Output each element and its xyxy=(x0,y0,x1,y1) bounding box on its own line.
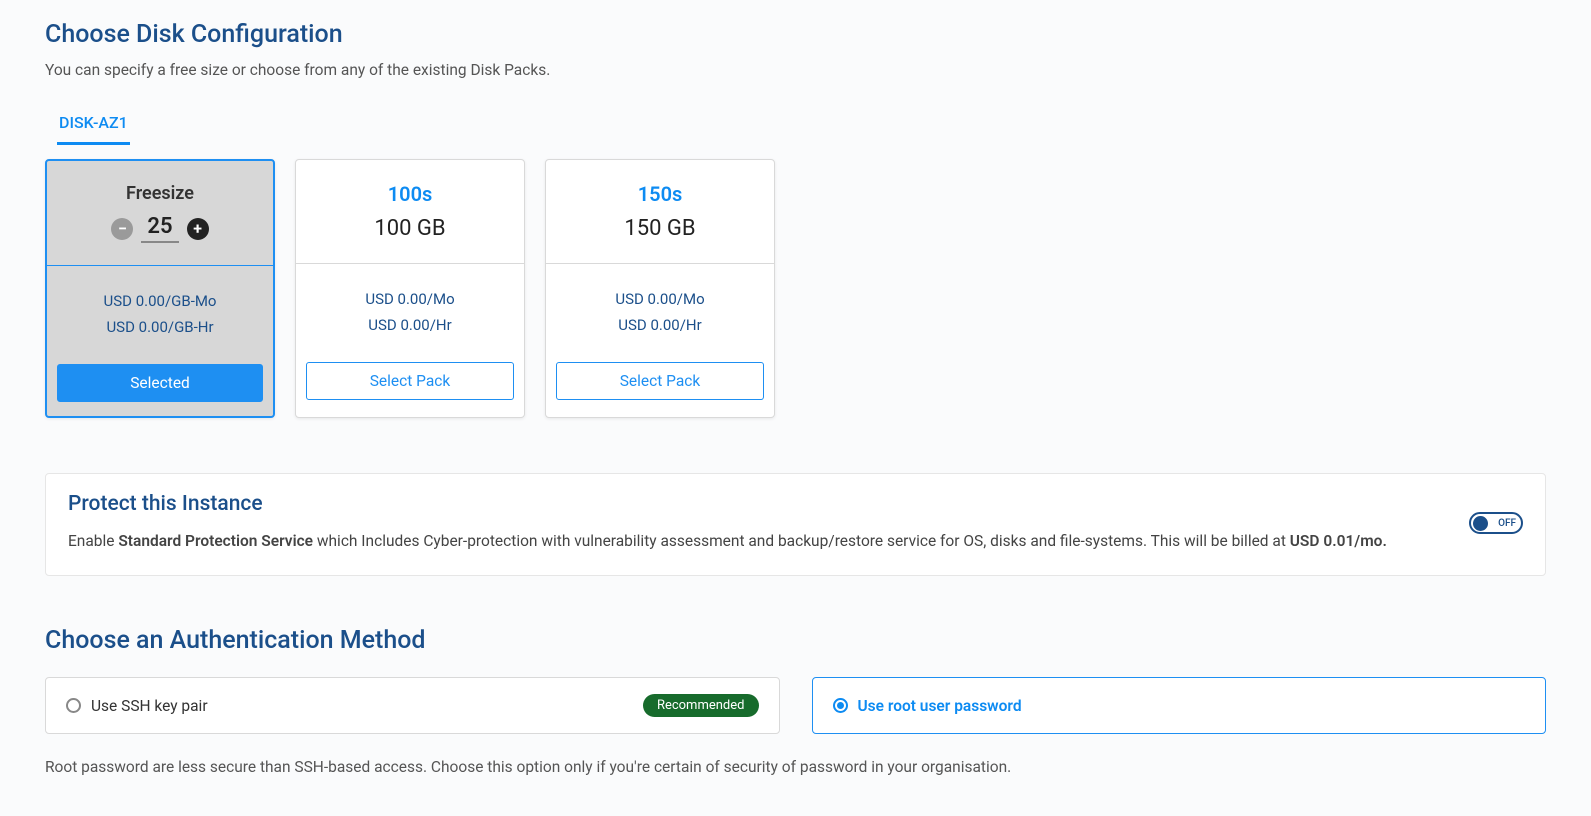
disk-config-subtitle: You can specify a free size or choose fr… xyxy=(45,61,1546,79)
freesize-price-hr: USD 0.00/GB-Hr xyxy=(57,318,263,336)
pack-100s-pricing: USD 0.00/Mo USD 0.00/Hr xyxy=(296,264,524,352)
pack-150s-pricing: USD 0.00/Mo USD 0.00/Hr xyxy=(546,264,774,352)
toggle-knob-icon xyxy=(1473,516,1488,531)
protect-description: Enable Standard Protection Service which… xyxy=(68,530,1523,553)
pack-150s-price-hr: USD 0.00/Hr xyxy=(556,316,764,334)
auth-options-row: Use SSH key pair Recommended Use root us… xyxy=(45,677,1546,734)
auth-root-left: Use root user password xyxy=(833,697,1022,715)
pack-100s-select-button[interactable]: Select Pack xyxy=(306,362,514,400)
pack-150s-size: 150 GB xyxy=(556,216,764,241)
freesize-label: Freesize xyxy=(57,183,263,204)
protect-toggle-wrap: OFF xyxy=(1469,512,1523,534)
auth-option-root[interactable]: Use root user password xyxy=(812,677,1547,734)
protect-desc-prefix: Enable xyxy=(68,532,118,550)
pack-100s-bottom: Select Pack xyxy=(296,352,524,414)
recommended-badge: Recommended xyxy=(643,694,759,717)
disk-cards-row: Freesize − 25 + USD 0.00/GB-Mo USD 0.00/… xyxy=(45,159,1546,418)
freesize-top: Freesize − 25 + xyxy=(47,161,273,266)
freesize-price-mo: USD 0.00/GB-Mo xyxy=(57,292,263,310)
auth-note: Root password are less secure than SSH-b… xyxy=(45,758,1546,776)
pack-150s-name: 150s xyxy=(556,182,764,206)
disk-card-150s[interactable]: 150s 150 GB USD 0.00/Mo USD 0.00/Hr Sele… xyxy=(545,159,775,418)
pack-100s-name: 100s xyxy=(306,182,514,206)
protect-toggle[interactable]: OFF xyxy=(1469,512,1523,534)
auth-ssh-left: Use SSH key pair xyxy=(66,697,208,715)
disk-card-100s[interactable]: 100s 100 GB USD 0.00/Mo USD 0.00/Hr Sele… xyxy=(295,159,525,418)
pack-100s-price-mo: USD 0.00/Mo xyxy=(306,290,514,308)
pack-100s-price-hr: USD 0.00/Hr xyxy=(306,316,514,334)
protect-title: Protect this Instance xyxy=(68,492,1523,516)
protect-desc-bold1: Standard Protection Service xyxy=(118,532,313,550)
auth-method-title: Choose an Authentication Method xyxy=(45,626,1546,655)
protect-desc-mid: which Includes Cyber-protection with vul… xyxy=(313,532,1290,550)
toggle-off-label: OFF xyxy=(1498,518,1516,529)
auth-option-ssh[interactable]: Use SSH key pair Recommended xyxy=(45,677,780,734)
pack-100s-size: 100 GB xyxy=(306,216,514,241)
radio-dot-icon xyxy=(837,702,844,709)
freesize-bottom: Selected xyxy=(47,354,273,416)
disk-config-title: Choose Disk Configuration xyxy=(45,20,1546,49)
pack-100s-top: 100s 100 GB xyxy=(296,160,524,264)
pack-150s-bottom: Select Pack xyxy=(546,352,774,414)
auth-root-label: Use root user password xyxy=(858,697,1022,715)
pack-150s-top: 150s 150 GB xyxy=(546,160,774,264)
minus-icon[interactable]: − xyxy=(111,218,133,240)
pack-150s-price-mo: USD 0.00/Mo xyxy=(556,290,764,308)
freesize-value[interactable]: 25 xyxy=(141,214,178,243)
plus-icon[interactable]: + xyxy=(187,218,209,240)
freesize-pricing: USD 0.00/GB-Mo USD 0.00/GB-Hr xyxy=(47,266,273,354)
freesize-stepper: − 25 + xyxy=(57,214,263,243)
tab-disk-az1[interactable]: DISK-AZ1 xyxy=(57,107,130,145)
radio-checked-icon[interactable] xyxy=(833,698,848,713)
protect-instance-box: Protect this Instance Enable Standard Pr… xyxy=(45,473,1546,576)
protect-desc-bold2: USD 0.01/mo. xyxy=(1290,532,1387,550)
disk-tabs: DISK-AZ1 xyxy=(45,107,1546,145)
auth-ssh-label: Use SSH key pair xyxy=(91,697,208,715)
disk-card-freesize[interactable]: Freesize − 25 + USD 0.00/GB-Mo USD 0.00/… xyxy=(45,159,275,418)
freesize-selected-button[interactable]: Selected xyxy=(57,364,263,402)
pack-150s-select-button[interactable]: Select Pack xyxy=(556,362,764,400)
radio-unchecked-icon[interactable] xyxy=(66,698,81,713)
